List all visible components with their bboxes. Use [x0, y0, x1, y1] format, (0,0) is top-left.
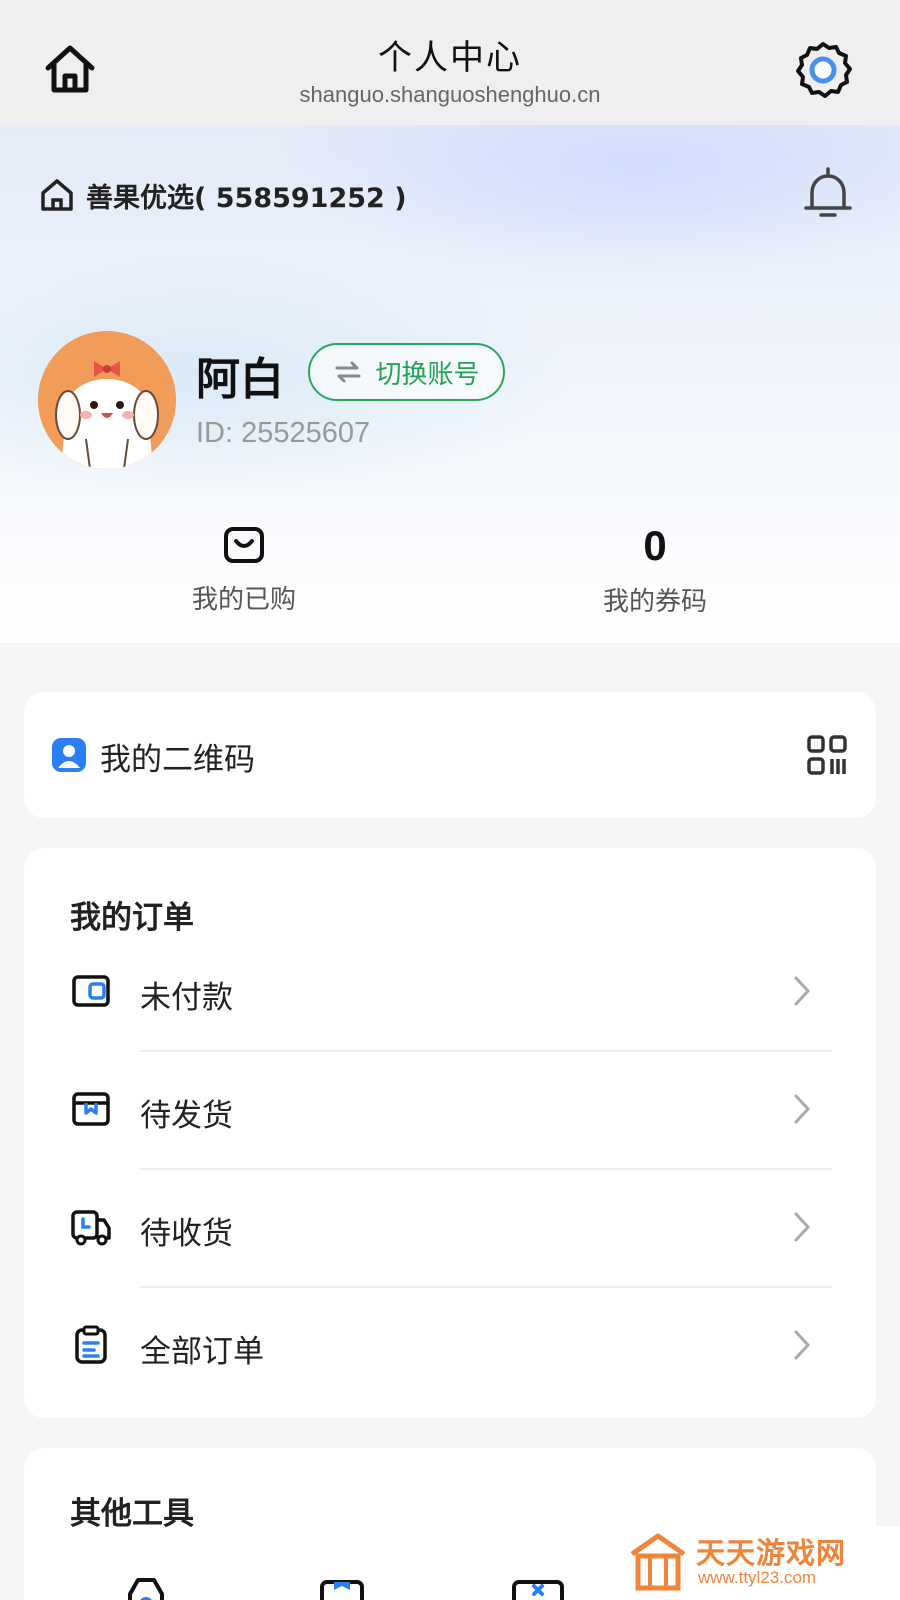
user-id: ID: 25525607	[196, 417, 371, 449]
order-row-to-ship[interactable]: 待发货	[24, 1052, 876, 1170]
orders-section-title: 我的订单	[70, 900, 194, 936]
shop-icon	[41, 179, 73, 211]
chevron-right-icon	[794, 976, 811, 1006]
order-row-to-receive[interactable]: 待收货	[24, 1170, 876, 1288]
tool-ticket-icon[interactable]	[508, 1574, 568, 1600]
order-row-unpaid[interactable]: 未付款	[24, 934, 876, 1052]
watermark-logo-icon	[630, 1533, 686, 1591]
order-row-label: 待收货	[140, 1216, 233, 1252]
my-qrcode-card[interactable]: 我的二维码	[24, 692, 876, 818]
page-title: 个人中心	[378, 38, 522, 78]
watermark-title: 天天游戏网	[696, 1536, 847, 1570]
my-coupons[interactable]: 0 我的券码	[505, 523, 805, 618]
order-row-label: 未付款	[140, 980, 233, 1016]
shopping-bag-icon	[224, 527, 264, 563]
username: 阿白	[196, 354, 284, 405]
wallet-icon	[72, 975, 110, 1007]
my-coupons-label: 我的券码	[602, 587, 707, 617]
clipboard-icon	[75, 1325, 107, 1364]
order-row-label: 待发货	[140, 1098, 233, 1134]
chevron-right-icon	[794, 1212, 811, 1242]
swap-icon	[335, 361, 361, 383]
switch-account-label: 切换账号	[375, 359, 480, 390]
store-selector[interactable]: 善果优选( 558591252 )	[38, 173, 407, 217]
profile-header: 善果优选( 558591252 ) 阿白 切换账号 ID: 25525607 我…	[0, 125, 900, 643]
tool-hexagon-icon[interactable]	[116, 1574, 176, 1600]
tools-section-title: 其他工具	[70, 1496, 194, 1532]
truck-icon	[71, 1210, 111, 1246]
avatar[interactable]	[38, 331, 176, 469]
chevron-right-icon	[794, 1094, 811, 1124]
coupons-count: 0	[643, 522, 667, 569]
qr-code-icon[interactable]	[806, 734, 848, 776]
my-purchases[interactable]: 我的已购	[94, 523, 394, 616]
order-row-all-orders[interactable]: 全部订单	[24, 1288, 876, 1406]
title-bar: 个人中心 shanguo.shanguoshenghuo.cn	[0, 0, 900, 125]
bell-icon[interactable]	[800, 163, 856, 223]
id-badge-icon	[52, 738, 86, 772]
order-row-label: 全部订单	[140, 1334, 264, 1370]
gear-icon[interactable]	[792, 40, 854, 102]
switch-account-button[interactable]: 切换账号	[308, 343, 505, 401]
tool-box-icon[interactable]	[312, 1574, 372, 1600]
site-watermark: 天天游戏网 www.ttyl23.com	[628, 1526, 900, 1600]
my-qrcode-label: 我的二维码	[100, 742, 255, 778]
page-url: shanguo.shanguoshenghuo.cn	[299, 82, 601, 107]
package-icon	[72, 1092, 110, 1126]
chevron-right-icon	[794, 1330, 811, 1360]
store-name: 善果优选( 558591252 )	[86, 182, 407, 214]
watermark-url: www.ttyl23.com	[698, 1568, 817, 1587]
my-purchases-label: 我的已购	[191, 585, 296, 615]
